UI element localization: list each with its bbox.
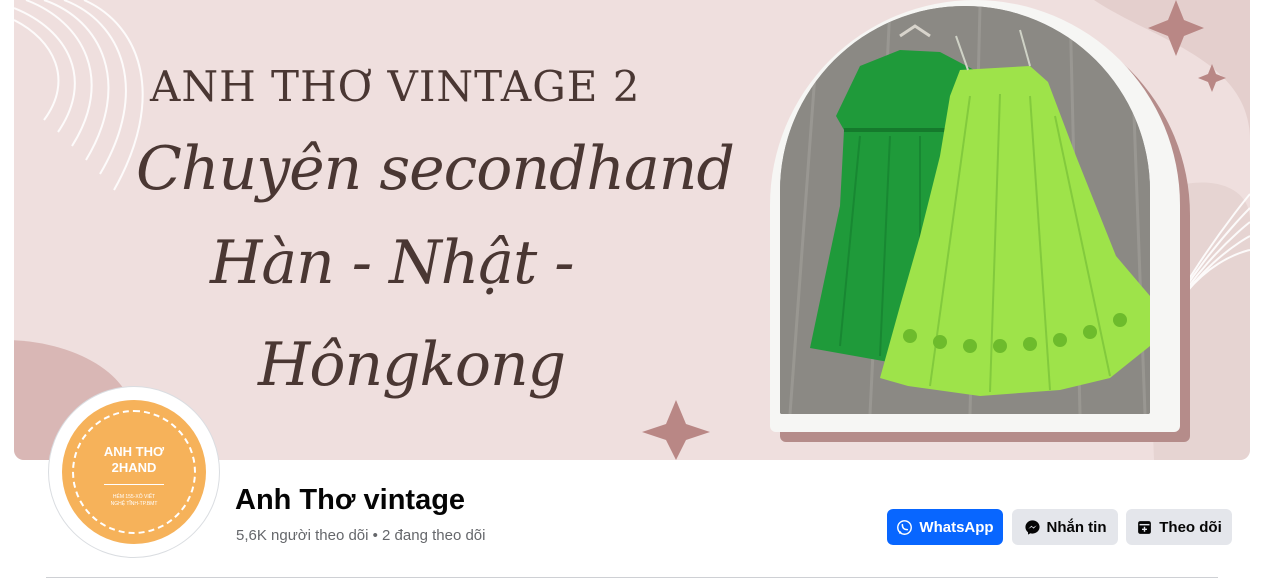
dress-illustration xyxy=(780,6,1150,414)
follow-button[interactable]: Theo dõi xyxy=(1126,509,1232,545)
avatar[interactable]: ANH THƠ 2HAND HẺM 155-XÔ VIẾT NGHỆ TĨNH-… xyxy=(62,400,206,544)
cover-photo[interactable]: ANH THƠ VINTAGE 2 Chuyên secondhand Hàn … xyxy=(14,0,1250,460)
cover-dress-photo xyxy=(780,6,1150,414)
avatar-divider xyxy=(104,484,164,485)
page-title[interactable]: Anh Thơ vintage xyxy=(235,484,465,517)
messenger-icon xyxy=(1024,519,1040,535)
cover-title: ANH THƠ VINTAGE 2 xyxy=(150,62,641,111)
cover-tagline-3: Hôngkong xyxy=(258,330,566,400)
avatar-address-line1: HẺM 155-XÔ VIẾT xyxy=(112,494,156,500)
avatar-address: HẺM 155-XÔ VIẾT NGHỆ TĨNH-TP.BMT xyxy=(62,494,206,508)
whatsapp-button-label: WhatsApp xyxy=(919,518,994,536)
message-button-label: Nhắn tin xyxy=(1046,518,1107,536)
cover-tagline-2: Hàn - Nhật - xyxy=(210,228,575,298)
avatar-title: ANH THƠ 2HAND xyxy=(62,444,206,476)
follower-stats[interactable]: 5,6K người theo dõi • 2 đang theo dõi xyxy=(236,527,485,544)
whatsapp-button[interactable]: WhatsApp xyxy=(887,509,1003,545)
follow-icon xyxy=(1138,520,1152,534)
avatar-title-line1: ANH THƠ xyxy=(103,444,165,459)
avatar-title-line2: 2HAND xyxy=(111,460,157,475)
cover-tagline-1: Chuyên secondhand xyxy=(136,134,735,204)
follow-button-label: Theo dõi xyxy=(1159,518,1222,536)
whatsapp-icon xyxy=(897,519,913,535)
profile-divider xyxy=(46,577,1218,578)
avatar-address-line2: NGHỆ TĨNH-TP.BMT xyxy=(110,501,158,507)
message-button[interactable]: Nhắn tin xyxy=(1012,509,1118,545)
